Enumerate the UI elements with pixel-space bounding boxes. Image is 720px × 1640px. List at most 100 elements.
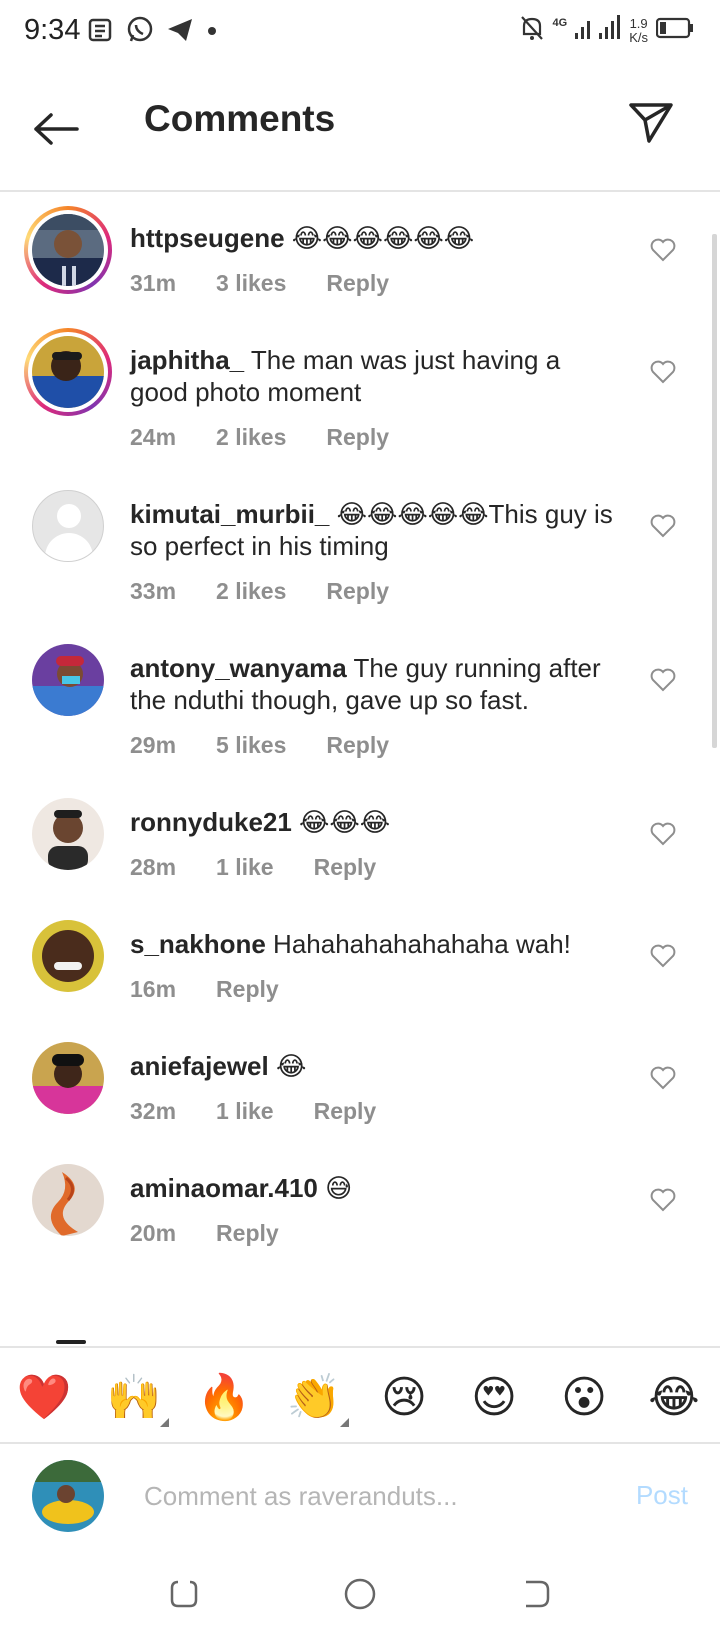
laughing-emoji-button[interactable]: 😂 (644, 1368, 704, 1428)
whatsapp-icon (126, 16, 154, 49)
like-heart-icon[interactable] (650, 360, 676, 384)
reply-button[interactable]: Reply (326, 732, 389, 759)
recents-icon (170, 1580, 198, 1608)
self-avatar (32, 1460, 104, 1532)
dot-icon (206, 24, 218, 42)
comment-username[interactable]: japhitha_ (130, 345, 244, 375)
reply-button[interactable]: Reply (216, 1220, 279, 1247)
like-heart-icon[interactable] (650, 944, 676, 968)
comment-text: Hahahahahahahaha wah! (265, 929, 571, 959)
comment-username[interactable]: kimutai_murbii_ (130, 499, 329, 529)
avatar-edge (56, 1340, 86, 1344)
comment-time: 33m (130, 578, 177, 604)
like-heart-icon[interactable] (650, 1066, 676, 1090)
avatar[interactable] (24, 790, 112, 878)
avatar[interactable] (24, 912, 112, 1000)
net-speed: 1.9 K/s (629, 15, 648, 45)
status-bar: 9:34 4G 1.9 K/s (0, 0, 720, 66)
status-time: 9:34 (24, 14, 81, 46)
scrollbar[interactable] (712, 234, 717, 748)
comment-time: 31m (130, 270, 177, 296)
back-nav-icon (526, 1580, 550, 1608)
fire-emoji-button[interactable]: 🔥 (194, 1368, 254, 1428)
like-heart-icon[interactable] (650, 238, 676, 262)
like-heart-icon[interactable] (650, 822, 676, 846)
likes-count[interactable]: 2 likes (216, 578, 286, 605)
battery-icon (655, 17, 694, 44)
comment-time: 20m (130, 1220, 177, 1246)
comment-username[interactable]: s_nakhone (130, 929, 266, 959)
raising-hands-emoji-button[interactable]: 🙌 (104, 1368, 164, 1428)
reply-button[interactable]: Reply (314, 854, 377, 881)
paper-plane-icon (629, 103, 673, 143)
recents-button[interactable] (162, 1572, 206, 1616)
reply-button[interactable]: Reply (326, 578, 389, 605)
comment-username[interactable]: antony_wanyama (130, 653, 347, 683)
comment-username[interactable]: aniefajewel (130, 1051, 269, 1081)
comment-username[interactable]: ronnyduke21 (130, 807, 292, 837)
skin-tone-indicator-icon (340, 1418, 349, 1427)
header: Comments (0, 66, 720, 192)
avatar[interactable] (24, 328, 112, 416)
likes-count[interactable]: 3 likes (216, 270, 286, 297)
crying-emoji-button[interactable]: 😢 (374, 1368, 434, 1428)
comment-time: 29m (130, 732, 177, 758)
comment-text: 😂 (268, 1051, 307, 1081)
avatar-image (32, 798, 104, 870)
likes-count[interactable]: 1 like (216, 1098, 274, 1125)
comment-text: 😂😂😂 (291, 807, 391, 837)
post-button[interactable]: Post (636, 1480, 688, 1511)
avatar[interactable] (24, 482, 112, 570)
avatar[interactable] (24, 1034, 112, 1122)
network-gen-label: 4G (552, 16, 568, 29)
telegram-icon (166, 17, 194, 48)
share-button[interactable] (624, 96, 678, 150)
likes-count[interactable]: 2 likes (216, 424, 286, 451)
reply-button[interactable]: Reply (326, 270, 389, 297)
comment-time: 28m (130, 854, 177, 880)
comments-list[interactable]: httpseugene 😂😂😂😂😂😂 31m 3 likes Reply jap… (0, 192, 720, 1347)
mute-bell-icon (519, 14, 545, 47)
likes-count[interactable]: 1 like (216, 854, 274, 881)
back-button[interactable] (28, 102, 82, 156)
reply-button[interactable]: Reply (326, 424, 389, 451)
comment-text: 😅 (317, 1173, 353, 1203)
news-icon (88, 17, 114, 48)
avatar-image (32, 644, 104, 716)
back-arrow-icon (34, 113, 79, 145)
default-avatar-icon (32, 490, 104, 562)
skin-tone-indicator-icon (160, 1418, 169, 1427)
home-button[interactable] (338, 1572, 382, 1616)
avatar-image (32, 214, 104, 286)
like-heart-icon[interactable] (650, 668, 676, 692)
comment-composer: Post (0, 1446, 720, 1550)
likes-count[interactable]: 5 likes (216, 732, 286, 759)
reply-button[interactable]: Reply (216, 976, 279, 1003)
comment-text: 😂😂😂😂😂😂 (284, 223, 475, 253)
home-circle-icon (344, 1578, 376, 1610)
back-nav-button[interactable] (514, 1572, 558, 1616)
avatar-image (32, 336, 104, 408)
avatar[interactable] (24, 206, 112, 294)
avatar-image (32, 920, 104, 992)
avatar-image (32, 1164, 104, 1236)
comment-time: 32m (130, 1098, 177, 1124)
reply-button[interactable]: Reply (314, 1098, 377, 1125)
like-heart-icon[interactable] (650, 514, 676, 538)
comment-input[interactable] (144, 1472, 584, 1520)
avatar[interactable] (24, 636, 112, 724)
comment-username[interactable]: httpseugene (130, 223, 285, 253)
clapping-emoji-button[interactable]: 👏 (284, 1368, 344, 1428)
heart-eyes-emoji-button[interactable]: 😍 (464, 1368, 524, 1428)
signal-icon (575, 15, 621, 46)
page-title: Comments (144, 98, 336, 139)
heart-emoji-button[interactable]: ❤️ (14, 1368, 74, 1428)
comment-time: 24m (130, 424, 177, 450)
avatar-image (32, 1042, 104, 1114)
system-nav-bar (0, 1550, 720, 1640)
like-heart-icon[interactable] (650, 1188, 676, 1212)
comment-time: 16m (130, 976, 177, 1002)
comment-username[interactable]: aminaomar.410 (130, 1173, 318, 1203)
avatar[interactable] (24, 1156, 112, 1244)
surprised-emoji-button[interactable]: 😮 (554, 1368, 614, 1428)
